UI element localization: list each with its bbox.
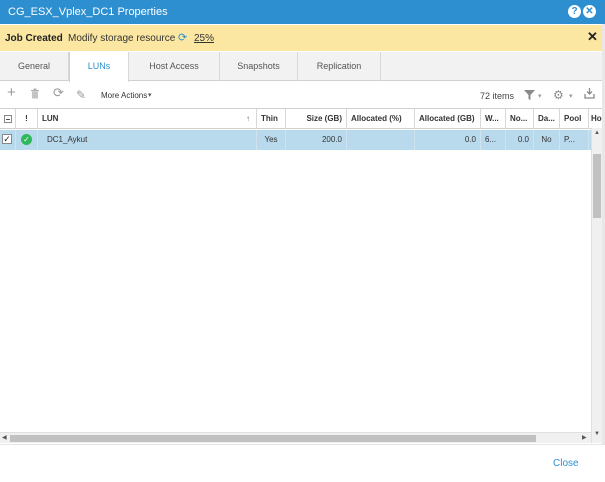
filter-icon[interactable] [524, 89, 535, 103]
cell-no: 0.0 [506, 130, 534, 150]
job-progress-link[interactable]: 25% [194, 33, 214, 44]
scroll-up-icon[interactable]: ▲ [594, 130, 600, 136]
delete-icon[interactable] [30, 88, 40, 102]
cell-da: No [534, 130, 560, 150]
header-allocated-gb[interactable]: Allocated (GB) [415, 109, 481, 129]
scroll-down-icon[interactable]: ▼ [594, 431, 600, 437]
close-button[interactable]: Close [553, 458, 579, 469]
window-close-icon[interactable]: ✕ [583, 5, 596, 18]
tab-general[interactable]: General [0, 52, 69, 81]
scroll-left-icon[interactable]: ◀ [2, 434, 7, 441]
cell-w: 6... [481, 130, 506, 150]
horizontal-scroll-thumb[interactable] [10, 435, 536, 442]
vertical-scroll-thumb[interactable] [593, 154, 601, 218]
header-w[interactable]: W... [481, 109, 506, 129]
cell-lun: DC1_Aykut [38, 130, 257, 150]
horizontal-scrollbar[interactable]: ◀ ▶ [0, 432, 591, 443]
table-row[interactable]: ✓ ✓ DC1_Aykut Yes 200.0 0.0 6... 0.0 No … [0, 130, 591, 150]
cell-thin: Yes [257, 130, 286, 150]
tab-host-access[interactable]: Host Access [129, 52, 220, 81]
refresh-icon[interactable]: ⟳ [53, 86, 64, 100]
job-title: Job Created [5, 33, 63, 44]
tab-bar: General LUNs Host Access Snapshots Repli… [0, 52, 605, 82]
header-no[interactable]: No... [506, 109, 534, 129]
item-count: 72 items [480, 91, 515, 101]
header-pool[interactable]: Pool [560, 109, 589, 129]
chevron-down-icon: ▾ [148, 92, 152, 99]
cell-size: 200.0 [286, 130, 347, 150]
settings-chevron-icon[interactable]: ▾ [569, 90, 573, 104]
window-titlebar: CG_ESX_Vplex_DC1 Properties ? ✕ [0, 0, 605, 24]
filter-chevron-icon[interactable]: ▾ [538, 90, 542, 104]
sort-ascending-icon: ↑ [246, 114, 250, 123]
header-lun[interactable]: LUN ↑ [38, 109, 257, 129]
luns-table: ! LUN ↑ Thin Size (GB) Allocated (%) All… [0, 108, 605, 443]
tab-replication[interactable]: Replication [298, 52, 381, 81]
toolbar: + ⟳ ✎ More Actions ▾ 72 items ▾ ⚙ ▾ [0, 82, 605, 108]
job-description: Modify storage resource [68, 33, 176, 44]
table-header: ! LUN ↑ Thin Size (GB) Allocated (%) All… [0, 109, 605, 129]
job-progress-icon: ⟳ [178, 32, 188, 44]
vertical-scrollbar[interactable]: ▲ ▼ [591, 128, 602, 443]
more-actions-menu[interactable]: More Actions [101, 91, 147, 100]
dialog-footer: Close [0, 444, 605, 482]
header-da[interactable]: Da... [534, 109, 560, 129]
row-checkbox[interactable]: ✓ [0, 130, 16, 150]
header-size[interactable]: Size (GB) [286, 109, 347, 129]
header-select-all[interactable] [0, 109, 16, 129]
status-ok-icon: ✓ [21, 134, 32, 145]
checkmark-icon: ✓ [2, 134, 12, 144]
cell-allocated-gb: 0.0 [415, 130, 481, 150]
scroll-right-icon[interactable]: ▶ [582, 434, 587, 441]
tab-snapshots[interactable]: Snapshots [220, 52, 298, 81]
tab-luns[interactable]: LUNs [69, 52, 129, 82]
edit-icon[interactable]: ✎ [76, 88, 86, 102]
job-bar-close-icon[interactable]: ✕ [587, 30, 598, 44]
settings-icon[interactable]: ⚙ [553, 88, 564, 102]
header-lun-label: LUN [42, 114, 59, 123]
header-allocated-pct[interactable]: Allocated (%) [347, 109, 415, 129]
row-status: ✓ [16, 130, 38, 150]
export-icon[interactable] [584, 88, 595, 102]
cell-pool: P... [560, 130, 589, 150]
header-thin[interactable]: Thin [257, 109, 286, 129]
window-title: CG_ESX_Vplex_DC1 Properties [8, 6, 168, 18]
header-status[interactable]: ! [16, 109, 38, 129]
help-icon[interactable]: ? [568, 5, 581, 18]
add-icon[interactable]: + [7, 85, 16, 100]
cell-allocated-pct [347, 130, 415, 150]
job-notification-bar: Job Created Modify storage resource ⟳ 25… [0, 25, 605, 51]
